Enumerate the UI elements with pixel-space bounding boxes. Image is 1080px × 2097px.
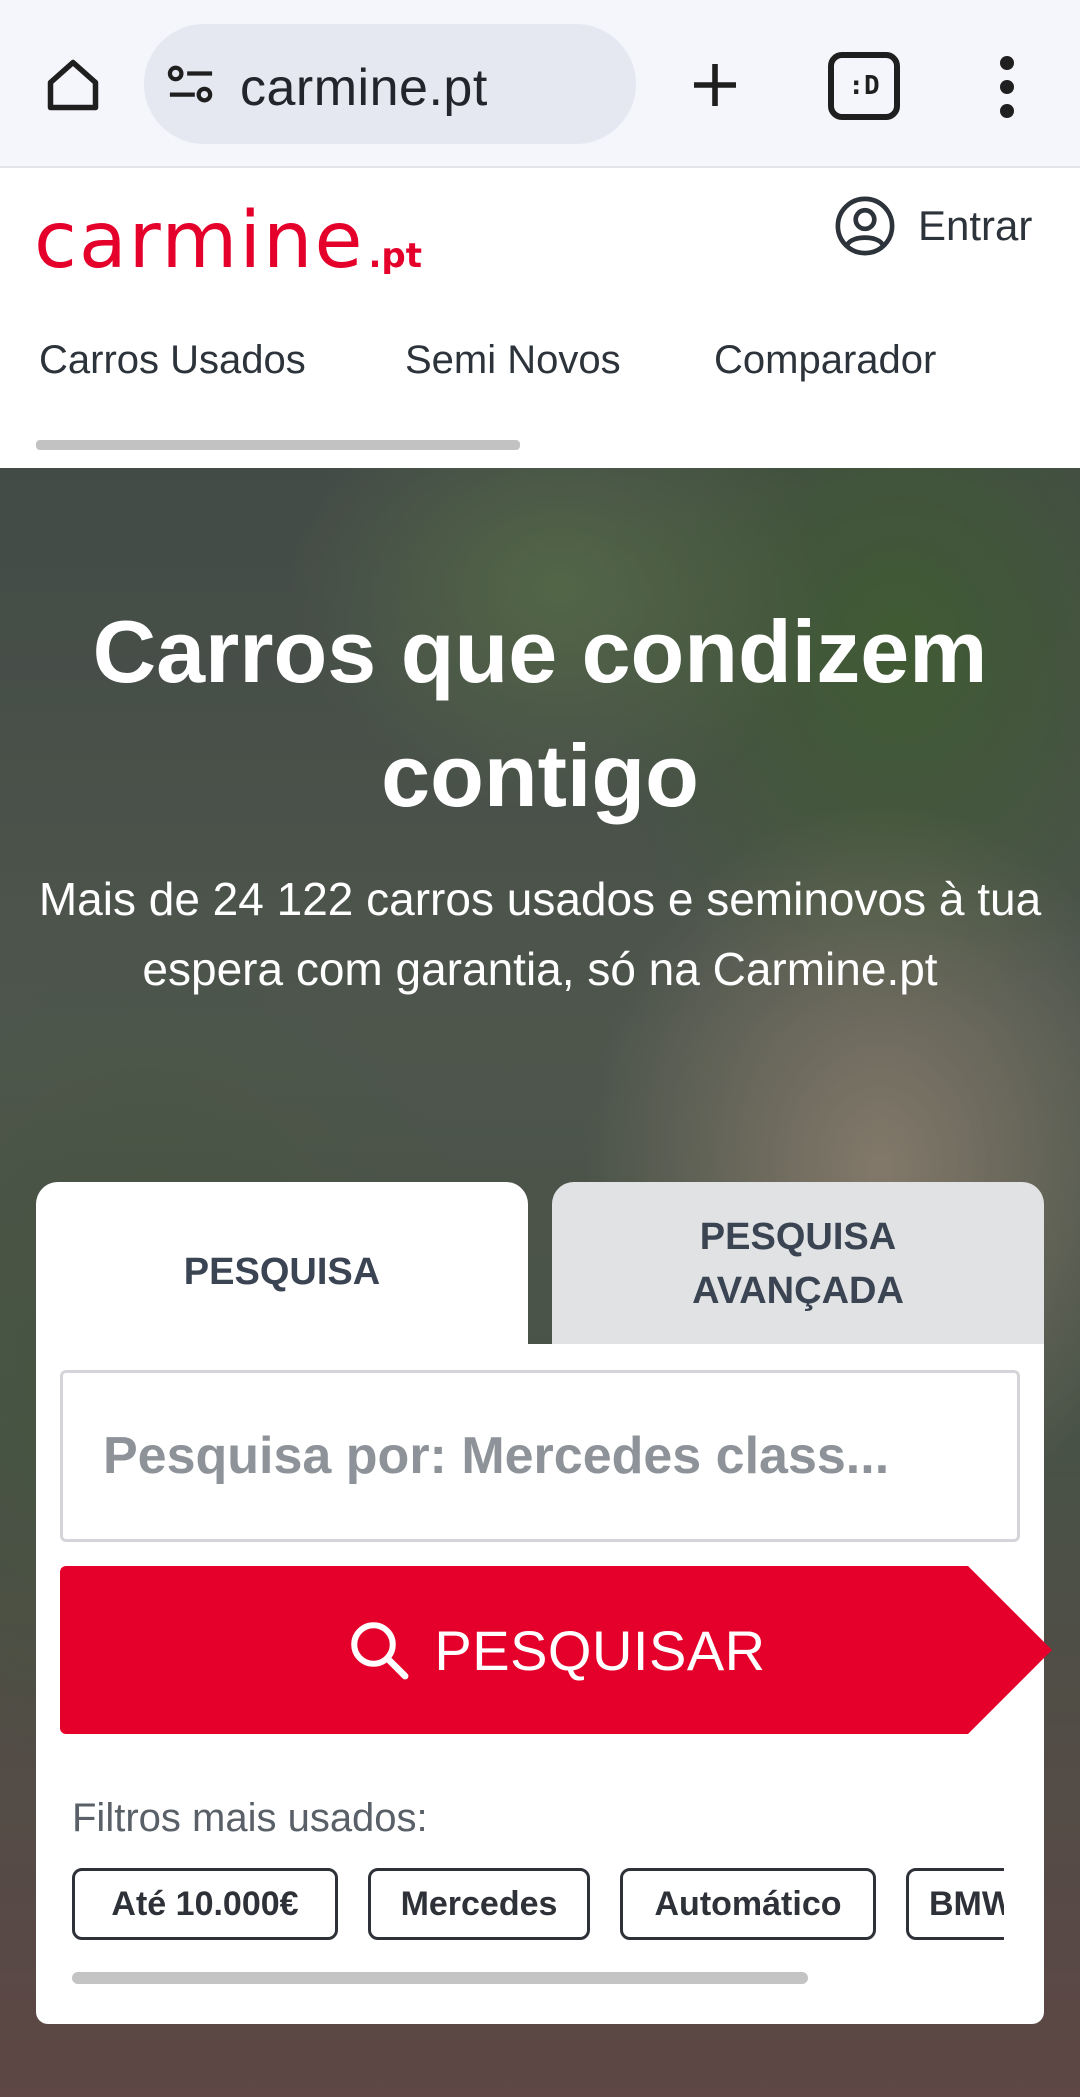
home-button[interactable] (38, 50, 108, 120)
filter-chip-ate-10000[interactable]: Até 10.000€ (72, 1868, 338, 1940)
filter-chip-label: Mercedes (400, 1884, 558, 1923)
logo-suffix: .pt (368, 236, 422, 276)
new-tab-button[interactable] (680, 50, 750, 120)
tab-pesquisa-avancada[interactable]: PESQUISA AVANÇADA (552, 1182, 1044, 1346)
tab-pesquisa-avancada-label: PESQUISA AVANÇADA (692, 1216, 904, 1312)
filter-chip-bmw[interactable]: BMW (906, 1868, 1004, 1940)
chips-scrollbar[interactable] (72, 1972, 808, 1984)
filter-chip-label: Automático (654, 1884, 842, 1923)
filters-title: Filtros mais usados: (72, 1796, 428, 1840)
login-button[interactable]: Entrar (834, 192, 1032, 260)
search-icon (351, 1622, 409, 1680)
filter-chip-automatico[interactable]: Automático (620, 1868, 876, 1940)
home-icon (47, 59, 99, 111)
nav-item-semi-novos[interactable]: Semi Novos (405, 338, 621, 383)
site-header: carmine .pt Entrar Carros Usados Semi No… (0, 170, 1080, 470)
site-settings-icon[interactable] (166, 62, 216, 108)
nav-scroll-indicator[interactable] (36, 440, 520, 450)
hero-subtitle: Mais de 24 122 carros usados e seminovos… (38, 873, 1042, 995)
user-icon (835, 196, 895, 256)
logo-wordmark: carmine (34, 196, 365, 286)
carmine-logo[interactable]: carmine .pt (34, 196, 422, 286)
main-nav: Carros Usados Semi Novos Comparador (0, 338, 1080, 418)
tab-pesquisa-label: PESQUISA (183, 1251, 381, 1293)
hero-section: Carros que condizem contigo Mais de 24 1… (0, 468, 1080, 2097)
tab-switcher-label: :D (848, 71, 880, 101)
search-card: PESQUISAR Filtros mais usados: Até 10.00… (36, 1344, 1052, 2024)
menu-dot-icon (1000, 104, 1014, 118)
filter-chip-mercedes[interactable]: Mercedes (368, 1868, 590, 1940)
menu-dot-icon (1000, 80, 1014, 94)
search-button-label: PESQUISAR (434, 1618, 766, 1682)
plus-icon (694, 64, 736, 106)
filter-chip-label: BMW (929, 1884, 1004, 1923)
search-button[interactable]: PESQUISAR (60, 1566, 1052, 1734)
address-bar[interactable]: carmine.pt (144, 24, 636, 144)
filter-chip-label: Até 10.000€ (111, 1884, 299, 1923)
search-input[interactable] (60, 1370, 1020, 1542)
browser-toolbar: carmine.pt :D (0, 0, 1080, 168)
menu-dot-icon (1000, 56, 1014, 70)
hero-title: Carros que condizem contigo (92, 602, 988, 825)
nav-item-carros-usados[interactable]: Carros Usados (39, 338, 306, 383)
nav-item-comparador[interactable]: Comparador (714, 338, 936, 383)
browser-menu-button[interactable] (982, 52, 1032, 122)
filter-chips: Até 10.000€ Mercedes Automático BMW (72, 1868, 1004, 1944)
tab-pesquisa[interactable]: PESQUISA (36, 1182, 528, 1362)
url-text[interactable]: carmine.pt (240, 58, 488, 118)
login-label: Entrar (918, 202, 1033, 249)
tab-switcher-button[interactable]: :D (828, 52, 900, 120)
